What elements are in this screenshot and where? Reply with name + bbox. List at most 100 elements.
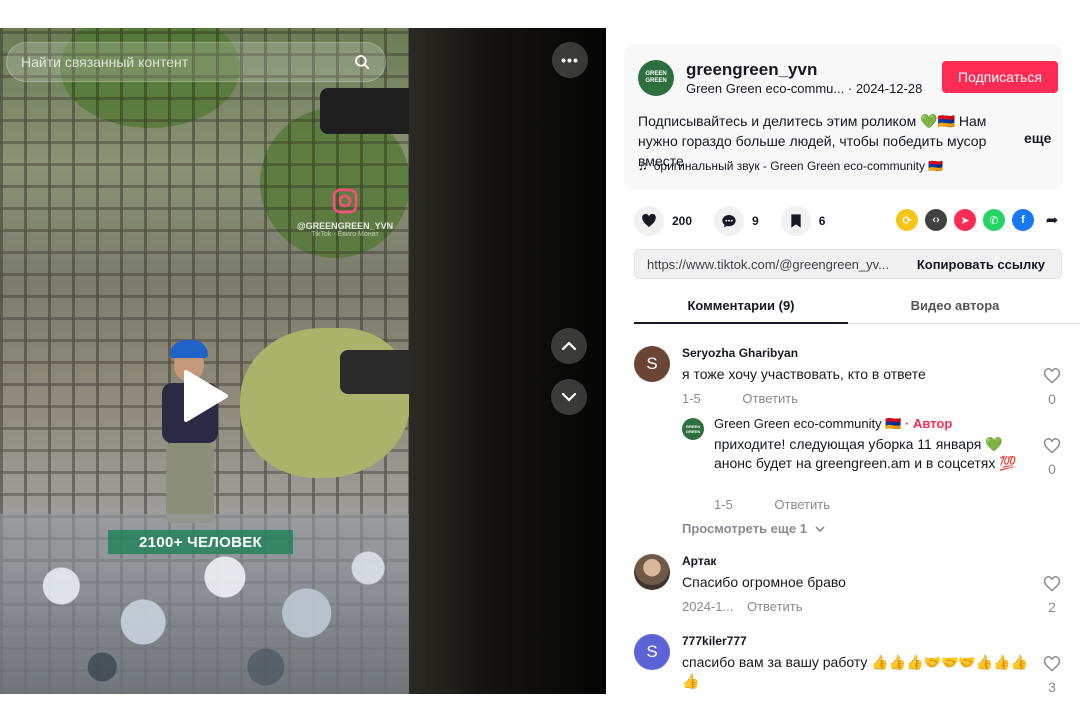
commenter-name[interactable]: Seryozha Gharibyan — [682, 346, 798, 360]
previous-video-button[interactable] — [551, 328, 587, 364]
repost-icon[interactable]: ⟳ — [896, 209, 918, 231]
commenter-avatar[interactable]: S — [634, 634, 670, 670]
sound-link[interactable]: ♫ оригинальный звук - Green Green eco-co… — [638, 158, 943, 173]
comment-item: Артак Спасибо огромное браво 2024-1... О… — [634, 554, 1064, 624]
reply-avatar[interactable]: GREEN GREEN — [682, 418, 704, 440]
watermark-sub: TikTok · Ёвиго Монат — [311, 231, 379, 238]
comment-like-count: 0 — [1048, 391, 1056, 407]
comment-like[interactable]: 2 — [1040, 576, 1064, 615]
next-video-button[interactable] — [551, 379, 587, 415]
reply-item: GREEN GREEN Green Green eco-community 🇦🇲… — [682, 416, 1064, 516]
share-link-box: https://www.tiktok.com/@greengreen_yv...… — [634, 249, 1062, 279]
send-icon[interactable]: ➤ — [954, 209, 976, 231]
chevron-down-icon — [815, 526, 825, 533]
comment-item: S Seryozha Gharibyan я тоже хочу участво… — [634, 346, 1064, 416]
comment-date: 1-5 — [682, 391, 701, 406]
video-caption-overlay: 2100+ ЧЕЛОВЕК — [108, 530, 293, 554]
comment-button[interactable] — [714, 206, 745, 236]
follow-button[interactable]: Подписаться — [942, 61, 1058, 93]
commenter-avatar[interactable]: S — [634, 346, 670, 382]
video-frame[interactable] — [0, 28, 409, 694]
comment-text: я тоже хочу участвовать, кто в ответе — [682, 366, 926, 382]
like-action[interactable]: 200 — [634, 206, 692, 236]
reply-text: приходите! следующая уборка 11 января 💚 … — [714, 436, 1017, 471]
commenter-avatar[interactable] — [634, 554, 670, 590]
comment-text: спасибо вам за вашу работу 👍👍👍🤝🤝🤝👍👍👍👍 — [682, 654, 1029, 689]
comment-like-count: 2 — [1048, 599, 1056, 615]
commenter-name[interactable]: Артак — [682, 554, 716, 568]
embed-icon[interactable]: ‹› — [925, 209, 947, 231]
chevron-up-icon — [561, 341, 577, 351]
author-subline: Green Green eco-commu... · 2024-12-28 — [686, 81, 922, 96]
music-note-icon: ♫ — [638, 158, 648, 173]
comment-meta: 2024-1... Ответить — [682, 599, 803, 614]
watermark-username: @GREENGREEN_YVN — [296, 221, 394, 231]
like-button[interactable] — [634, 206, 664, 236]
comment-action[interactable]: 9 — [714, 206, 759, 236]
more-options-button[interactable]: ••• — [552, 42, 588, 78]
active-tab-indicator — [634, 322, 848, 324]
sound-label: оригинальный звук - Green Green eco-comm… — [653, 158, 944, 173]
share-options: ⟳ ‹› ➤ ✆ f ➦ — [896, 209, 1063, 231]
share-arrow-icon[interactable]: ➦ — [1041, 209, 1063, 231]
date-separator: · — [847, 81, 853, 96]
tab-comments[interactable]: Комментарии (9) — [634, 298, 848, 313]
author-display-name[interactable]: Green Green eco-commu... — [686, 81, 844, 96]
pipe — [340, 350, 409, 394]
tiktok-watermark: @GREENGREEN_YVN TikTok · Ёвиго Монат — [290, 188, 400, 238]
comment-date: 2024-1... — [682, 599, 734, 614]
search-icon[interactable] — [353, 53, 371, 71]
share-url[interactable]: https://www.tiktok.com/@greengreen_yv... — [647, 257, 889, 272]
pipe — [320, 88, 409, 134]
more-icon: ••• — [561, 52, 579, 68]
reply-date: 1-5 — [714, 497, 733, 512]
save-count: 6 — [818, 214, 826, 228]
copy-link-button[interactable]: Копировать ссылку — [917, 257, 1045, 272]
reply-like[interactable]: 0 — [1040, 438, 1064, 477]
reply-button[interactable]: Ответить — [742, 391, 798, 406]
view-more-label: Просмотреть еще 1 — [682, 521, 807, 536]
video-player[interactable]: Найти связанный контент ••• @GREENGREEN_… — [0, 28, 606, 694]
related-content-search[interactable]: Найти связанный контент — [6, 42, 386, 82]
comment-meta: 1-5 Ответить — [682, 391, 798, 406]
heart-icon — [642, 213, 656, 227]
heart-outline-icon[interactable] — [1043, 576, 1061, 592]
view-more-replies[interactable]: Просмотреть еще 1 — [682, 521, 825, 536]
post-date: 2024-12-28 — [855, 81, 923, 96]
reply-meta: 1-5 Ответить — [714, 497, 830, 512]
worker-figure — [150, 328, 230, 528]
comment-count: 9 — [752, 214, 759, 228]
save-action[interactable]: 6 — [780, 206, 826, 236]
save-button[interactable] — [780, 206, 811, 236]
author-username[interactable]: greengreen_yvn — [686, 60, 817, 80]
reply-author-name[interactable]: Green Green eco-community 🇦🇲 — [714, 416, 901, 431]
heart-outline-icon[interactable] — [1043, 656, 1061, 672]
like-count: 200 — [672, 214, 693, 228]
tab-author-videos[interactable]: Видео автора — [848, 298, 1062, 313]
whatsapp-icon[interactable]: ✆ — [983, 209, 1005, 231]
comment-item: S 777kiler777 спасибо вам за вашу работу… — [634, 634, 1064, 694]
comment-icon — [722, 215, 736, 228]
expand-description-link[interactable]: еще — [1024, 130, 1051, 146]
action-bar: 200 9 6 — [634, 206, 835, 236]
author-badge: · Автор — [905, 416, 953, 431]
reply-reply-button[interactable]: Ответить — [774, 497, 830, 512]
details-panel: GREEN GREEN greengreen_yvn Green Green e… — [606, 28, 1080, 694]
watermark-logo-icon — [332, 188, 358, 214]
tiktok-video-page: Найти связанный контент ••• @GREENGREEN_… — [0, 0, 1080, 720]
heart-outline-icon[interactable] — [1043, 368, 1061, 384]
comment-like-count: 3 — [1048, 679, 1056, 694]
chevron-down-icon — [561, 392, 577, 402]
author-avatar[interactable]: GREEN GREEN — [638, 60, 674, 96]
heart-outline-icon[interactable] — [1043, 438, 1061, 454]
comment-like[interactable]: 3 — [1040, 656, 1064, 694]
bookmark-icon — [791, 214, 801, 228]
post-info-card: GREEN GREEN greengreen_yvn Green Green e… — [624, 44, 1062, 190]
facebook-icon[interactable]: f — [1012, 209, 1034, 231]
commenter-name[interactable]: 777kiler777 — [682, 634, 747, 648]
comment-text: Спасибо огромное браво — [682, 574, 846, 590]
search-placeholder: Найти связанный контент — [21, 54, 189, 70]
comment-like[interactable]: 0 — [1040, 368, 1064, 407]
play-icon[interactable] — [180, 368, 230, 424]
reply-button[interactable]: Ответить — [747, 599, 803, 614]
